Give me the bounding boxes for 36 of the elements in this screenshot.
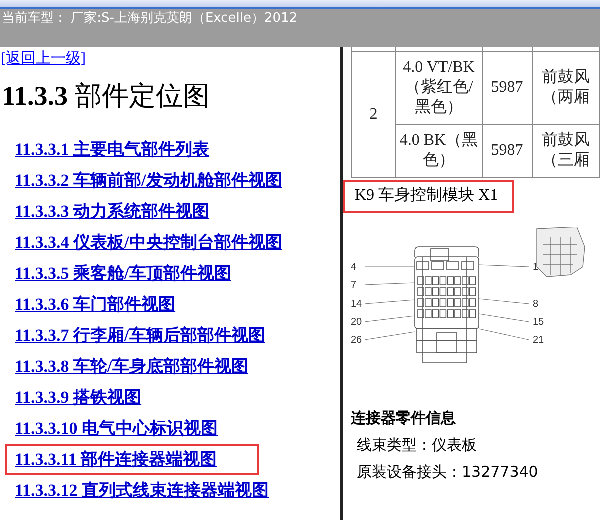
back-link[interactable]: [返回上一级] — [1, 49, 86, 68]
section-link[interactable]: 11.3.3.6 车门部件视图 — [5, 289, 186, 320]
section-link[interactable]: 11.3.3.2 车辆前部/发动机舱部件视图 — [5, 165, 292, 196]
section-link[interactable]: 11.3.3.3 动力系统部件视图 — [5, 196, 220, 227]
pin-callout: 15 — [478, 314, 544, 328]
info-line: 原装设备接头：13277340 — [357, 463, 540, 482]
pin-callout: 7 — [351, 280, 416, 291]
connector-3d-drawing — [536, 227, 586, 278]
section-link[interactable]: 11.3.3.1 主要电气部件列表 — [5, 134, 220, 165]
table-cell-text: 前鼓风（两厢 — [540, 68, 591, 108]
section-link[interactable]: 11.3.3.11 部件连接器端视图 — [5, 444, 260, 475]
section-link[interactable]: 11.3.3.5 乘客舱/车顶部件视图 — [5, 258, 242, 289]
section-link[interactable]: 11.3.3.8 车轮/车身底部部件视图 — [5, 351, 258, 382]
info-line: 线束类型：仪表板 — [357, 436, 478, 455]
table-cell: 2 — [370, 106, 378, 122]
info-heading: 连接器零件信息 — [351, 409, 457, 428]
table-cell: 4.0 VT/BK（紫红色/黑色） — [403, 59, 475, 116]
table-cell: 4.0 BK（黑色） — [400, 132, 478, 169]
pin-callout: 8 — [478, 298, 539, 310]
section-heading: 11.3.3 部件定位图 — [2, 80, 211, 113]
section-link[interactable]: 11.3.3.9 搭铁视图 — [5, 382, 152, 413]
section-link[interactable]: 11.3.3.7 行李厢/车辆后部部件视图 — [5, 320, 276, 351]
pin-callout: 14 — [351, 299, 416, 310]
table-cell-text: 前鼓风（三厢 — [540, 131, 591, 171]
table-cell: 5987 — [491, 79, 524, 96]
table-cell: 5987 — [491, 142, 524, 159]
section-link[interactable]: 11.3.3.12 直列式线束连接器端视图 — [5, 475, 280, 506]
pin-callout: 1 — [478, 262, 539, 273]
pin-callout: 4 — [351, 262, 416, 273]
pin-callout: 26 — [351, 332, 416, 346]
pin-callout: 20 — [351, 316, 416, 328]
current-model-text: 当前车型： 厂家:S-上海别克英朗（Excelle）2012 — [2, 10, 298, 28]
section-link[interactable]: 11.3.3.4 仪表板/中央控制台部件视图 — [5, 227, 292, 258]
connector-title: K9 车身控制模块 X1 — [343, 180, 514, 213]
pin-callout: 21 — [478, 328, 544, 346]
section-link[interactable]: 11.3.3.10 电气中心标识视图 — [5, 413, 228, 444]
